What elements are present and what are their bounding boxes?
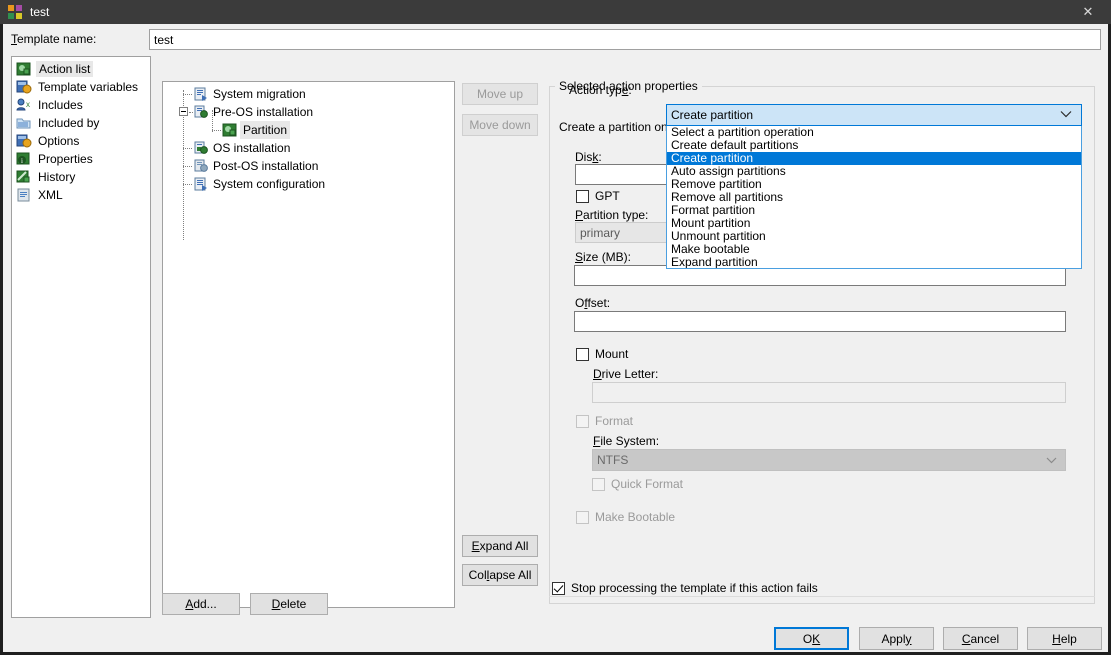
sidebar-item-label: History: [38, 170, 75, 184]
sidebar-item-properties[interactable]: i Properties: [12, 150, 150, 168]
partition-type-value: primary: [580, 226, 620, 240]
sidebar-item-action-list[interactable]: Action list: [12, 60, 150, 78]
template-variables-icon: [16, 80, 32, 94]
sidebar-item-history[interactable]: History: [12, 168, 150, 186]
sidebar-item-label: Template variables: [38, 80, 138, 94]
make-bootable-label: Make Bootable: [595, 510, 675, 524]
chevron-down-icon: [1060, 109, 1072, 121]
stop-processing-checkbox[interactable]: [552, 582, 565, 595]
disk-label: Disk:: [575, 150, 602, 164]
xml-icon: [16, 188, 32, 202]
move-down-button[interactable]: Move down: [462, 114, 538, 136]
svg-text:x: x: [26, 100, 30, 109]
tree-node-post-os-installation[interactable]: Post-OS installation: [163, 157, 454, 175]
history-icon: [16, 170, 32, 184]
action-tree[interactable]: System migration Pre-OS installation Par…: [162, 81, 455, 608]
partition-type-label: Partition type:: [575, 208, 648, 222]
partition-icon: [222, 123, 238, 137]
file-system-label: File System:: [593, 434, 659, 448]
system-migration-icon: [193, 87, 209, 101]
file-system-value: NTFS: [597, 453, 628, 467]
offset-label: Offset:: [575, 296, 610, 310]
system-configuration-icon: [193, 177, 209, 191]
svg-text:i: i: [21, 157, 23, 165]
tree-node-system-configuration[interactable]: System configuration: [163, 175, 454, 193]
mount-label: Mount: [595, 347, 628, 361]
section-divider: [549, 596, 1095, 597]
sidebar-item-options[interactable]: Options: [12, 132, 150, 150]
format-checkbox[interactable]: [576, 415, 589, 428]
tree-node-os-installation[interactable]: OS installation: [163, 139, 454, 157]
sidebar-item-label: Includes: [38, 98, 83, 112]
sidebar-item-label: Options: [38, 134, 79, 148]
size-label: Size (MB):: [575, 250, 631, 264]
sidebar-item-includes[interactable]: x Includes: [12, 96, 150, 114]
template-name-label: Template name:: [11, 32, 96, 46]
sidebar-item-label: Properties: [38, 152, 93, 166]
gpt-label: GPT: [595, 189, 620, 203]
tree-node-system-migration[interactable]: System migration: [163, 85, 454, 103]
stop-processing-label: Stop processing the template if this act…: [571, 581, 818, 595]
action-type-value: Create partition: [671, 108, 753, 122]
os-installation-icon: [193, 141, 209, 155]
dialog-client-area: Template name: Action list Template vari…: [0, 24, 1111, 655]
make-bootable-checkbox[interactable]: [576, 511, 589, 524]
action-type-label: Action type:: [569, 83, 632, 97]
ok-button[interactable]: OK: [774, 627, 849, 650]
tree-node-label: System configuration: [213, 175, 325, 193]
delete-button[interactable]: Delete: [250, 593, 328, 615]
dropdown-option[interactable]: Expand partition: [667, 256, 1081, 269]
file-system-select[interactable]: NTFS: [592, 449, 1066, 471]
sidebar-item-label: Included by: [38, 116, 99, 130]
quick-format-label: Quick Format: [611, 477, 683, 491]
offset-input[interactable]: [574, 311, 1066, 332]
properties-icon: i: [16, 152, 32, 166]
partition-type-select[interactable]: primary: [575, 222, 671, 243]
apply-button[interactable]: Apply: [859, 627, 934, 650]
action-type-dropdown-list[interactable]: Select a partition operation Create defa…: [666, 126, 1082, 269]
format-label: Format: [595, 414, 633, 428]
help-button[interactable]: Help: [1027, 627, 1102, 650]
tree-node-partition[interactable]: Partition: [163, 121, 454, 139]
category-list[interactable]: Action list Template variables x Include…: [11, 56, 151, 618]
tree-node-label: Partition: [240, 121, 290, 139]
quick-format-checkbox[interactable]: [592, 478, 605, 491]
sidebar-item-template-variables[interactable]: Template variables: [12, 78, 150, 96]
includes-icon: x: [16, 98, 32, 112]
tree-node-label: Pre-OS installation: [213, 103, 313, 121]
cancel-button[interactable]: Cancel: [943, 627, 1018, 650]
gpt-checkbox[interactable]: [576, 190, 589, 203]
move-up-button[interactable]: Move up: [462, 83, 538, 105]
tree-node-label: System migration: [213, 85, 306, 103]
tree-node-label: Post-OS installation: [213, 157, 318, 175]
create-partition-on-label: Create a partition on: [559, 120, 668, 134]
collapse-all-button[interactable]: Collapse All: [462, 564, 538, 586]
disk-input[interactable]: [575, 164, 671, 185]
mount-checkbox[interactable]: [576, 348, 589, 361]
expand-all-button[interactable]: Expand All: [462, 535, 538, 557]
chevron-down-icon: [1046, 453, 1057, 467]
action-list-icon: [16, 62, 32, 76]
template-name-input[interactable]: [149, 29, 1101, 50]
action-type-select[interactable]: Create partition: [666, 104, 1082, 126]
pre-os-installation-icon: [193, 105, 209, 119]
add-button[interactable]: Add...: [162, 593, 240, 615]
included-by-icon: [16, 116, 32, 130]
window-title: test: [30, 4, 49, 20]
tree-node-label: OS installation: [213, 139, 290, 157]
drive-letter-label: Drive Letter:: [593, 367, 658, 381]
sidebar-item-included-by[interactable]: Included by: [12, 114, 150, 132]
close-icon[interactable]: ✕: [1065, 0, 1111, 24]
sidebar-item-label: XML: [38, 188, 63, 202]
tree-node-pre-os-installation[interactable]: Pre-OS installation: [163, 103, 454, 121]
window-titlebar: test ✕: [0, 0, 1111, 24]
app-grid-icon: [8, 5, 22, 19]
tree-expander-minus-icon[interactable]: [179, 107, 188, 116]
sidebar-item-label: Action list: [36, 61, 93, 77]
drive-letter-input[interactable]: [592, 382, 1066, 403]
sidebar-item-xml[interactable]: XML: [12, 186, 150, 204]
options-icon: [16, 134, 32, 148]
post-os-installation-icon: [193, 159, 209, 173]
